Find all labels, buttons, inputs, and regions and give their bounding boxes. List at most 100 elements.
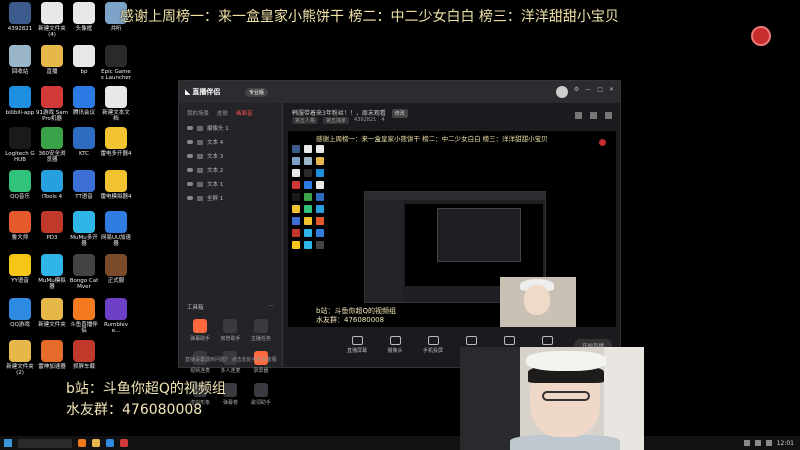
clock[interactable]: 12:01 — [777, 440, 794, 447]
side-tab[interactable]: 皮肤 — [217, 109, 228, 117]
scene-item[interactable]: 文本 1 — [179, 177, 282, 191]
desktop-icon[interactable]: YY语音 — [4, 254, 36, 284]
app-icon — [73, 86, 95, 108]
scene-item[interactable]: 文本 3 — [179, 149, 282, 163]
control-label: 手机投屏 — [422, 348, 443, 354]
eye-icon[interactable] — [187, 140, 193, 144]
room-meta-item[interactable]: 第五人格 — [292, 117, 319, 124]
start-icon[interactable] — [4, 439, 12, 447]
preview-webcam-face — [524, 285, 550, 315]
app-icon — [9, 170, 31, 192]
desktop-icon[interactable]: Logitech G HUB — [4, 127, 36, 164]
desktop-icon[interactable]: 腾讯会议 — [68, 86, 100, 116]
scene-item[interactable]: 文本 2 — [179, 163, 282, 177]
desktop-icon[interactable]: 360安全浏览器 — [36, 127, 68, 164]
app-icon — [41, 254, 63, 276]
control-button[interactable]: 直播屏幕 — [343, 336, 371, 354]
browser-icon[interactable] — [106, 439, 114, 447]
tool-item[interactable]: 房管助手 — [215, 319, 245, 342]
desktop-icon[interactable]: iTools 4 — [36, 170, 68, 200]
network-icon[interactable] — [754, 440, 761, 446]
desktop-icon[interactable]: 头像框 — [68, 2, 100, 32]
eye-icon[interactable] — [187, 196, 193, 200]
tool-item[interactable]: 主播任务 — [246, 319, 276, 342]
desktop-icon[interactable]: 直播 — [36, 45, 68, 75]
desktop-icon-label: iTools 4 — [41, 194, 63, 200]
desktop-icon[interactable]: 回收站 — [4, 45, 36, 75]
eye-icon[interactable] — [187, 168, 193, 172]
eye-icon[interactable] — [187, 182, 193, 186]
desktop-icon[interactable]: KTC — [68, 127, 100, 157]
side-tab[interactable]: 画面音 — [236, 109, 253, 117]
help-notice[interactable]: 直播设置遇到问题？ 点击此处可联系客服 — [185, 356, 277, 363]
control-button[interactable]: 手机投屏 — [419, 336, 447, 354]
tools-more-icon[interactable]: ⋯ — [269, 303, 275, 311]
desktop-icon[interactable]: 雷电模拟器4 — [100, 170, 132, 200]
desktop-icon[interactable]: MuMu多开器 — [68, 211, 100, 248]
app-icon — [73, 254, 95, 276]
desktop-icon-label: Rumbleve... — [103, 322, 129, 335]
tool-item[interactable]: 歌词助手 — [246, 383, 276, 406]
scene-item[interactable]: 摄像头 1 — [179, 121, 282, 135]
control-button[interactable]: 摄像头 — [381, 336, 409, 354]
desktop-icon[interactable]: 雷神加速器 — [36, 340, 68, 370]
douyu-icon[interactable] — [78, 439, 86, 447]
tray-icon[interactable] — [743, 440, 750, 446]
share-icon[interactable] — [605, 112, 612, 119]
maximize-icon[interactable]: □ — [597, 86, 603, 98]
desktop-icon[interactable]: 斗鱼直播伴侣 — [68, 298, 100, 335]
desktop-icon[interactable]: TT语音 — [68, 170, 100, 200]
desktop-icon[interactable]: 91游戏 SamPro机器 — [36, 86, 68, 123]
desktop-icon-label: 雷电多开器4 — [100, 151, 132, 157]
side-tabs: 我的场景 皮肤 画面音 — [179, 103, 282, 121]
desktop-icon[interactable]: QQ音乐 — [4, 170, 36, 200]
pro-badge[interactable]: 专业版 — [245, 87, 269, 97]
folder-icon[interactable] — [92, 439, 100, 447]
desktop-icon[interactable]: 网易UU加速器 — [100, 211, 132, 248]
desktop-icon[interactable]: PD3 — [36, 211, 68, 241]
desktop-icon[interactable]: 新建文本文档 — [100, 86, 132, 123]
layout-icon[interactable] — [590, 112, 597, 119]
scene-item[interactable]: 全屏 1 — [179, 191, 282, 205]
desktop-icon[interactable]: 鲁大师 — [4, 211, 36, 241]
desktop-icon[interactable]: MuMu模拟器 — [36, 254, 68, 291]
avatar[interactable] — [555, 86, 568, 98]
desktop-icon-label: YY语音 — [11, 278, 29, 284]
tool-item[interactable]: 弹幕助手 — [185, 319, 215, 342]
desktop-icon[interactable]: 新建文件夹 (4) — [36, 2, 68, 39]
file-icon — [73, 45, 95, 67]
app-title: 直播伴侣 — [192, 88, 221, 96]
side-tab[interactable]: 我的场景 — [187, 109, 209, 117]
room-meta-item[interactable]: 第五独家 — [323, 117, 350, 124]
scene-label: 文本 1 — [207, 182, 224, 188]
desktop-icon-label: 新建文件夹 — [38, 322, 66, 328]
desktop-icon[interactable]: 正式服 — [100, 254, 132, 284]
control-icon — [389, 336, 401, 345]
desktop-icon[interactable]: Bongo Cat Mver — [68, 254, 100, 291]
desktop-icon[interactable]: 新建文件夹 (2) — [4, 340, 36, 377]
scene-item[interactable]: 文本 4 — [179, 135, 282, 149]
volume-icon[interactable] — [765, 440, 772, 446]
desktop-icon[interactable]: bp — [68, 45, 100, 75]
desktop-icon[interactable]: 4392821 — [4, 2, 36, 32]
desktop-icon[interactable]: Epic Games Launcher — [100, 45, 132, 82]
eye-icon[interactable] — [187, 126, 193, 130]
control-icon — [541, 336, 553, 345]
close-icon[interactable]: ✕ — [609, 86, 614, 98]
taskbar-search[interactable] — [18, 438, 72, 448]
edit-room-button[interactable]: 修改 — [391, 109, 408, 118]
minimize-icon[interactable]: — — [585, 86, 591, 98]
settings-icon[interactable]: ⚙ — [574, 86, 579, 98]
record-icon[interactable] — [751, 26, 771, 46]
gift-icon[interactable] — [575, 112, 582, 119]
app-icon — [41, 127, 63, 149]
desktop-icon[interactable]: bilibili-app — [4, 86, 36, 116]
stream-preview[interactable]: 感谢上周榜一：来一盒皇家小熊饼干 榜二：中二少女白白 榜三：洋洋甜甜小宝贝 b站… — [288, 131, 616, 327]
desktop-icon[interactable]: 雷电多开器4 — [100, 127, 132, 157]
eye-icon[interactable] — [187, 154, 193, 158]
desktop-icon[interactable]: Rumbleve... — [100, 298, 132, 335]
app-icon[interactable] — [120, 439, 128, 447]
desktop-icon[interactable]: 抓屏车载 — [68, 340, 100, 370]
desktop-icon[interactable]: QQ游戏 — [4, 298, 36, 328]
desktop-icon[interactable]: 新建文件夹 — [36, 298, 68, 328]
